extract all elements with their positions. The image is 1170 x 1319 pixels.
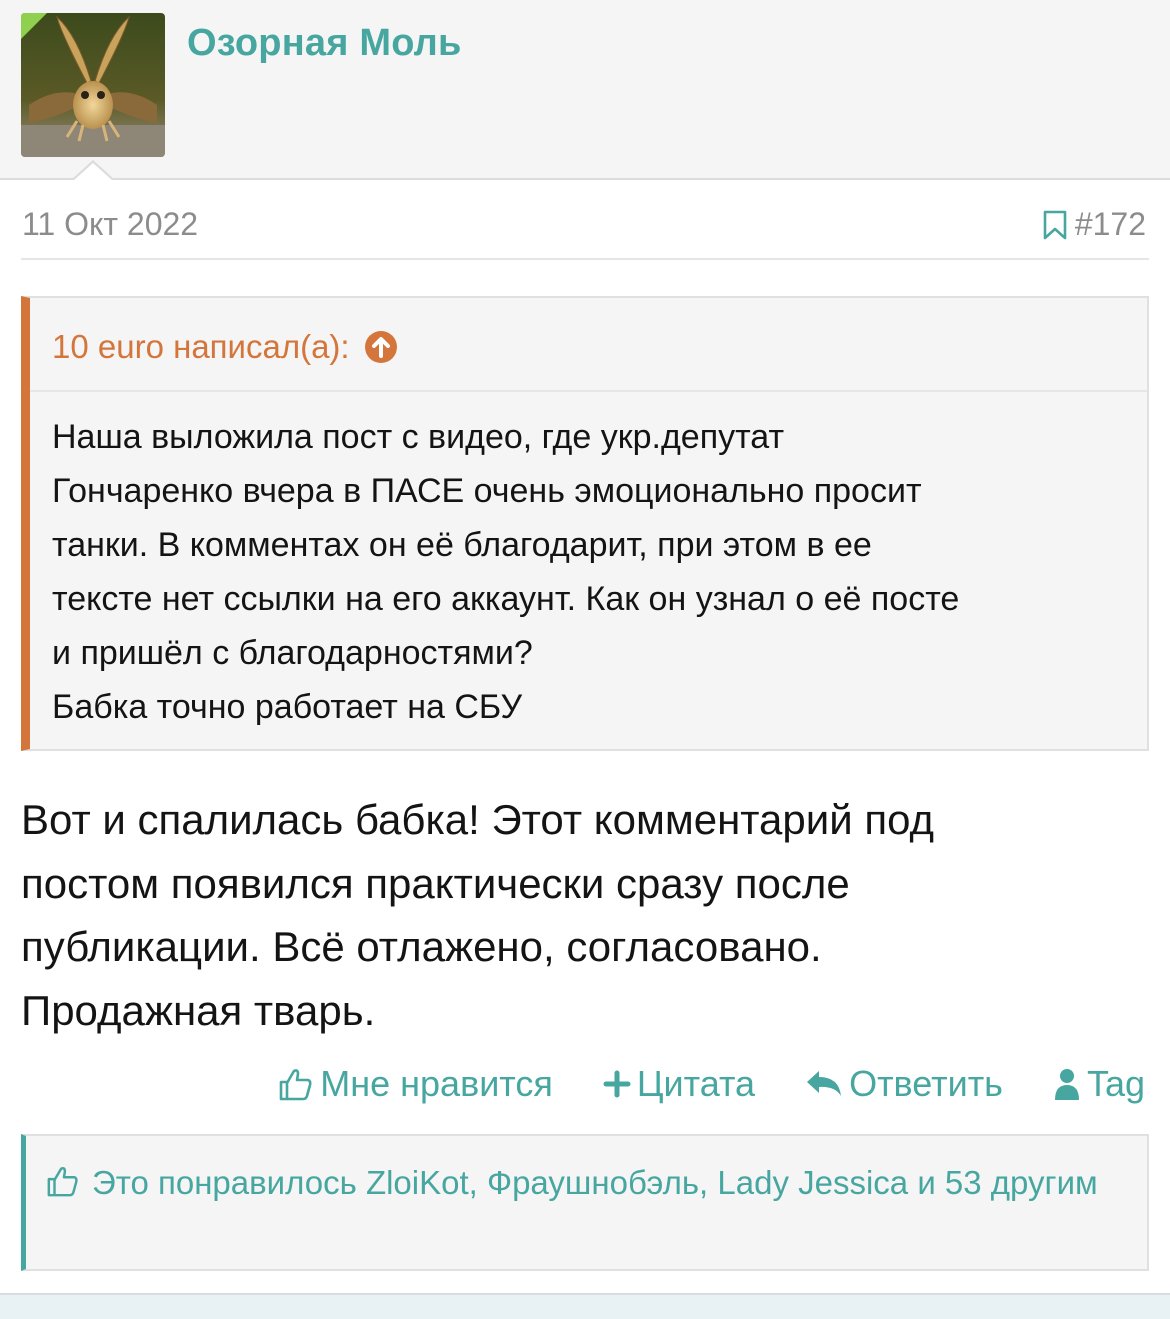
bookmark-icon[interactable] xyxy=(1041,210,1069,240)
like-button[interactable]: Мне нравится xyxy=(278,1063,553,1105)
speech-arrow-inner xyxy=(73,163,113,181)
header-divider xyxy=(0,178,1170,180)
moth-avatar-image xyxy=(21,13,165,157)
post-number[interactable]: #172 xyxy=(1075,206,1146,243)
post-number-link[interactable]: #172 xyxy=(1041,206,1146,243)
quote-label[interactable]: Цитата xyxy=(637,1063,755,1105)
arrow-up-circle-icon[interactable] xyxy=(364,330,398,364)
quote-header: 10 euro написал(а): xyxy=(30,298,1147,392)
reply-label[interactable]: Ответить xyxy=(849,1063,1003,1105)
reply-button[interactable]: Ответить xyxy=(805,1063,1003,1105)
tag-label[interactable]: Tag xyxy=(1087,1063,1145,1105)
quote-author[interactable]: 10 euro написал(а): xyxy=(52,328,350,366)
next-post-edge xyxy=(0,1293,1170,1319)
likes-summary: Это понравилось ZloiKot, Фраушнобэль, La… xyxy=(21,1134,1149,1271)
meta-divider xyxy=(21,258,1149,260)
like-label[interactable]: Мне нравится xyxy=(320,1063,553,1105)
quote-button[interactable]: Цитата xyxy=(603,1063,755,1105)
reply-icon xyxy=(807,1071,842,1096)
post-author-header: Озорная Моль xyxy=(0,0,1170,180)
user-icon xyxy=(1054,1069,1079,1100)
plus-icon xyxy=(603,1070,631,1098)
likes-text-container[interactable]: Это понравилось ZloiKot, Фраушнобэль, La… xyxy=(46,1158,1126,1207)
thumbs-up-icon xyxy=(279,1069,312,1101)
tag-button[interactable]: Tag xyxy=(1053,1063,1145,1105)
quote-block: 10 euro написал(а): Наша выложила пост с… xyxy=(21,296,1149,751)
quote-author-link[interactable]: 10 euro написал(а): xyxy=(52,328,398,366)
username[interactable]: Озорная Моль xyxy=(187,22,462,65)
quote-text: Наша выложила пост с видео, где укр.депу… xyxy=(52,418,960,726)
message-body: Вот и спалилась бабка! Этот комментарий … xyxy=(21,796,935,1034)
thumbs-up-icon xyxy=(47,1166,78,1197)
post-actions: Мне нравится Цитата Ответить Tag xyxy=(278,1063,1145,1105)
avatar[interactable] xyxy=(21,13,165,157)
likes-text[interactable]: Это понравилось ZloiKot, Фраушнобэль, La… xyxy=(92,1164,1098,1201)
post-date[interactable]: 11 Окт 2022 xyxy=(22,206,198,243)
